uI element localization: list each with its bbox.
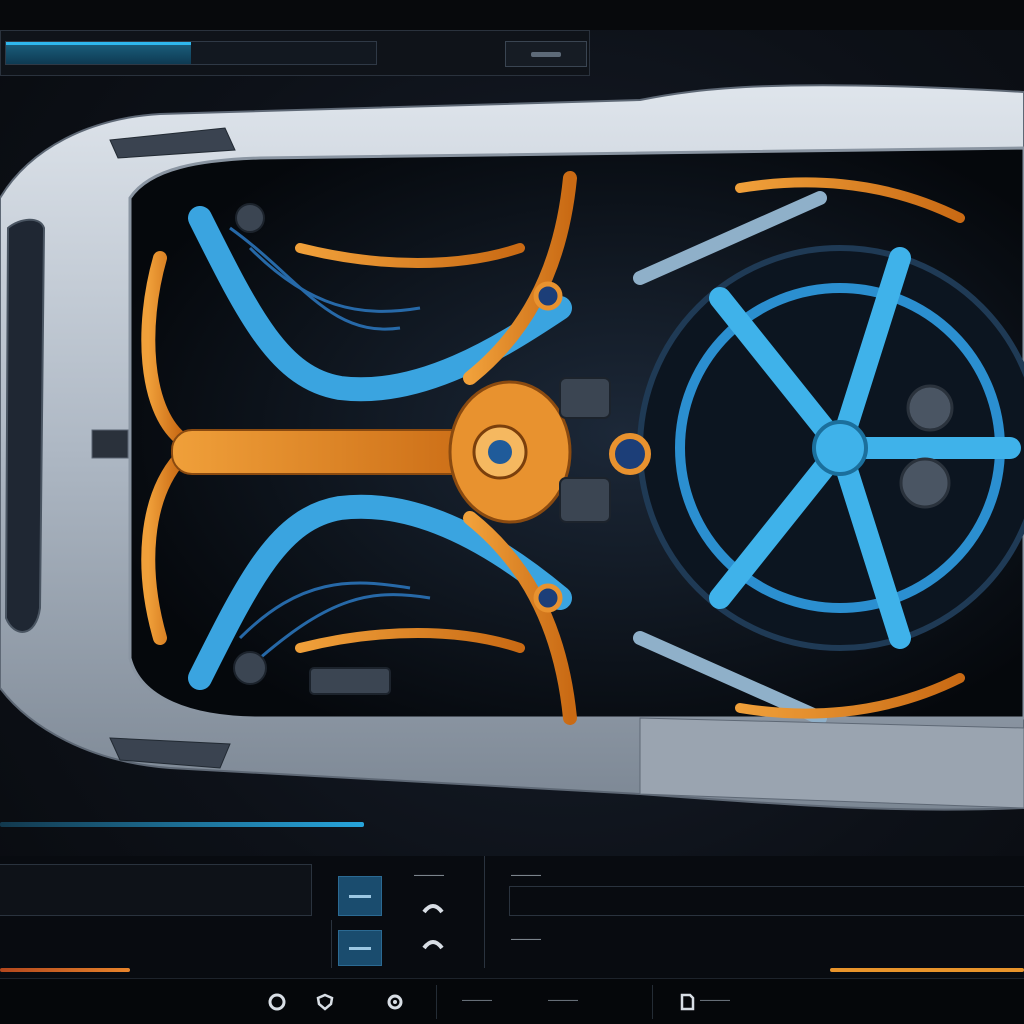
car-side-vent	[4, 218, 46, 633]
details-input[interactable]	[509, 886, 1024, 916]
arc-up-icon[interactable]	[422, 936, 444, 950]
control-button-1[interactable]	[338, 876, 382, 916]
render-progress-fill	[6, 42, 191, 64]
status-text-right: ———	[700, 995, 730, 1006]
control-column: ———	[332, 856, 484, 968]
record-icon[interactable]	[268, 993, 286, 1011]
orange-accent-left	[0, 968, 130, 972]
front-bracket	[91, 429, 129, 459]
shield-icon[interactable]	[316, 993, 334, 1011]
control-button-2[interactable]	[338, 930, 382, 966]
control-label: ———	[414, 870, 444, 881]
rear-bumper	[639, 717, 1024, 809]
minus-icon	[349, 894, 371, 898]
bottom-panel: ——— ——— ——— ——— ——— ———	[0, 856, 1024, 1024]
document-icon[interactable]	[678, 993, 696, 1011]
properties-field-1[interactable]	[0, 864, 312, 916]
details-panel: ——— ———	[484, 856, 1024, 968]
toolbar-button[interactable]	[505, 41, 587, 67]
render-progress-bar	[5, 41, 377, 65]
minus-icon	[349, 946, 371, 950]
model-viewport[interactable]	[0, 78, 1024, 818]
car-cutaway-render	[0, 84, 1024, 811]
title-bar	[0, 0, 1024, 32]
details-label-bottom: ———	[511, 934, 541, 945]
button-glyph-icon	[531, 51, 561, 57]
toolbar	[0, 30, 590, 76]
orange-accent-right	[830, 968, 1024, 972]
tab-1[interactable]	[0, 0, 62, 32]
settings-icon[interactable]	[386, 993, 404, 1011]
status-divider	[652, 985, 653, 1019]
status-bar: ——— ——— ———	[0, 978, 1024, 1024]
app-window: ——— ——— ——— ——— ——— ———	[0, 0, 1024, 1024]
wheel-assembly	[637, 245, 1024, 651]
drive-shaft	[171, 429, 493, 475]
status-text-center-2: ———	[548, 995, 578, 1006]
status-divider	[436, 985, 437, 1019]
arc-up-icon[interactable]	[422, 900, 444, 914]
status-text-center: ———	[462, 995, 492, 1006]
timeline-accent-bar	[0, 822, 364, 827]
details-label-top: ———	[511, 870, 541, 881]
tab-2[interactable]	[76, 0, 138, 32]
properties-field-2[interactable]	[0, 920, 332, 968]
